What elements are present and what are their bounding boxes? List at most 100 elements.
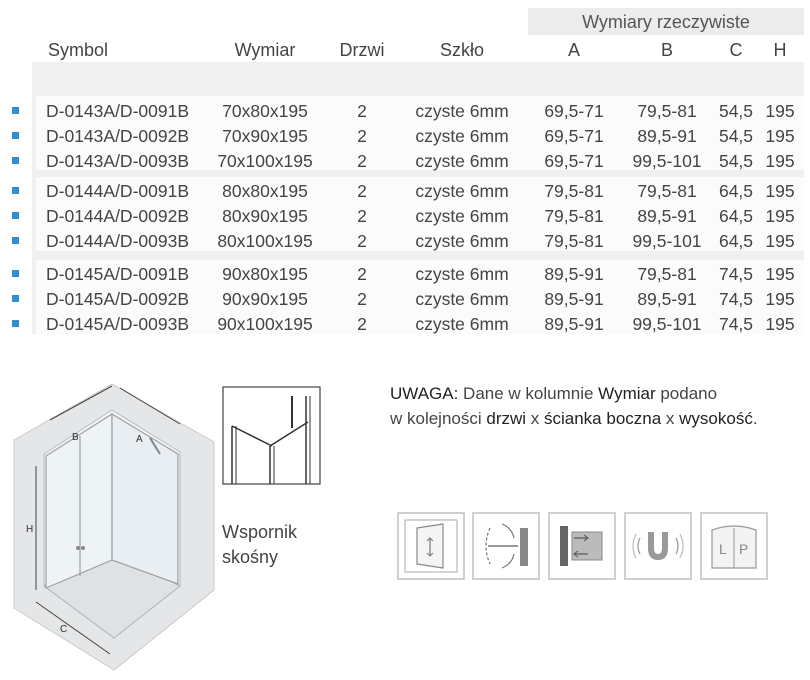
cell-wymiar: 90x100x195 [217, 314, 313, 334]
cell-c: 64,5 [718, 206, 754, 226]
cell-szklo: czyste 6mm [415, 231, 509, 251]
table-row: D-0145A/D-0091B 90x80x195 2 czyste 6mm 89,5-… [0, 262, 810, 286]
row-bullet-icon [12, 320, 19, 327]
cell-symbol: D-0144A/D-0091B [46, 181, 189, 201]
cell-a: 79,5-81 [544, 206, 604, 226]
cell-c: 64,5 [718, 231, 754, 251]
left-right-mount-icon: L P [711, 525, 757, 569]
cell-drzwi: 2 [357, 206, 367, 226]
note-bold-scianka: ścianka boczna [544, 409, 662, 428]
enclosure-diagram: B A H C [13, 383, 215, 671]
diagram-label-h: H [26, 524, 33, 535]
bracket-diagram [222, 386, 321, 485]
door-swing-icon [485, 523, 528, 569]
cell-b: 99,5-101 [632, 314, 702, 334]
bracket-label-line1: Wspornik [222, 522, 298, 542]
cell-h: 195 [765, 101, 795, 121]
column-header-wymiar: Wymiar [234, 40, 296, 60]
row-bullet-icon [12, 132, 19, 139]
cell-a: 69,5-71 [544, 151, 604, 171]
cell-symbol: D-0143A/D-0093B [46, 151, 189, 171]
cell-h: 195 [765, 151, 795, 171]
note-line2: w kolejności drzwi x ścianka boczna x wy… [390, 409, 758, 429]
cell-wymiar: 80x90x195 [222, 206, 308, 226]
column-header-a: A [567, 40, 581, 60]
cell-szklo: czyste 6mm [415, 206, 509, 226]
header-group-label: Wymiary rzeczywiste [582, 12, 750, 32]
cell-h: 195 [765, 181, 795, 201]
row-bullet-icon [12, 187, 19, 194]
column-header-symbol: Symbol [48, 40, 109, 60]
row-bullet-icon [12, 212, 19, 219]
sliding-door-icon [404, 519, 458, 573]
cell-wymiar: 90x90x195 [222, 289, 308, 309]
cell-symbol: D-0144A/D-0092B [46, 206, 189, 226]
cell-c: 64,5 [718, 181, 754, 201]
cell-a: 89,5-91 [544, 289, 604, 309]
cell-a: 89,5-91 [544, 264, 604, 284]
cell-wymiar: 70x100x195 [217, 151, 313, 171]
row-bullet-icon [12, 270, 19, 277]
table-row: D-0143A/D-0093B 70x100x195 2 czyste 6mm 69,5… [0, 149, 810, 173]
cell-c: 54,5 [718, 151, 754, 171]
bracket-label-line2: skośny [222, 547, 279, 567]
cell-drzwi: 2 [357, 264, 367, 284]
cell-h: 195 [765, 264, 795, 284]
cell-h: 195 [765, 126, 795, 146]
note-line1: UWAGA: Dane w kolumnie Wymiar podano [390, 384, 717, 404]
table-row: D-0143A/D-0092B 70x90x195 2 czyste 6mm 69,5-… [0, 124, 810, 148]
table-row: D-0144A/D-0093B 80x100x195 2 czyste 6mm 79,5… [0, 229, 810, 253]
cell-szklo: czyste 6mm [415, 314, 509, 334]
cell-c: 54,5 [718, 101, 754, 121]
cell-szklo: czyste 6mm [415, 181, 509, 201]
table-row: D-0143A/D-0091B 70x80x195 2 czyste 6mm 69,5-… [0, 99, 810, 123]
cell-a: 69,5-71 [544, 101, 604, 121]
wall-profile-adjust-icon [560, 526, 603, 566]
cell-b: 99,5-101 [632, 231, 702, 251]
diagram-label-c: C [60, 624, 67, 635]
feature-magnetic-seal [624, 512, 692, 580]
cell-szklo: czyste 6mm [415, 289, 509, 309]
column-header-drzwi: Drzwi [339, 40, 385, 60]
table-row: D-0145A/D-0093B 90x100x195 2 czyste 6mm 89,5… [0, 312, 810, 336]
cell-szklo: czyste 6mm [415, 126, 509, 146]
cell-b: 79,5-81 [637, 181, 697, 201]
note-x-2: x [661, 409, 680, 428]
cell-symbol: D-0145A/D-0092B [46, 289, 189, 309]
cell-b: 89,5-91 [637, 206, 697, 226]
cell-wymiar: 80x80x195 [222, 181, 308, 201]
note-text-2: podano [655, 384, 718, 403]
feature-sliding-door [397, 512, 465, 580]
cell-szklo: czyste 6mm [415, 151, 509, 171]
cell-symbol: D-0145A/D-0091B [46, 264, 189, 284]
cell-symbol: D-0145A/D-0093B [46, 314, 189, 334]
cell-drzwi: 2 [357, 151, 367, 171]
cell-drzwi: 2 [357, 314, 367, 334]
cell-h: 195 [765, 289, 795, 309]
row-bullet-icon [12, 157, 19, 164]
cell-a: 89,5-91 [544, 314, 604, 334]
table-row: D-0144A/D-0091B 80x80x195 2 czyste 6mm 79,5-… [0, 179, 810, 203]
cell-h: 195 [765, 314, 795, 334]
magnetic-seal-icon [632, 532, 684, 560]
cell-wymiar: 70x80x195 [222, 101, 308, 121]
column-header-b: B [660, 40, 674, 60]
note-text-3: w kolejności [390, 409, 487, 428]
cell-wymiar: 90x80x195 [222, 264, 308, 284]
cell-b: 79,5-81 [637, 264, 697, 284]
cell-symbol: D-0143A/D-0092B [46, 126, 189, 146]
cell-symbol: D-0143A/D-0091B [46, 101, 189, 121]
row-bullet-icon [12, 295, 19, 302]
table-row: D-0145A/D-0092B 90x90x195 2 czyste 6mm 89,5-… [0, 287, 810, 311]
cell-b: 89,5-91 [637, 126, 697, 146]
column-header-c: C [729, 40, 743, 60]
cell-a: 69,5-71 [544, 126, 604, 146]
feature-wall-profile [548, 512, 616, 580]
cell-drzwi: 2 [357, 181, 367, 201]
note-x-1: x [526, 409, 544, 428]
cell-drzwi: 2 [357, 289, 367, 309]
note-bold-drzwi: drzwi [486, 409, 527, 428]
cell-b: 99,5-101 [632, 151, 702, 171]
cell-szklo: czyste 6mm [415, 264, 509, 284]
cell-c: 74,5 [718, 289, 754, 309]
